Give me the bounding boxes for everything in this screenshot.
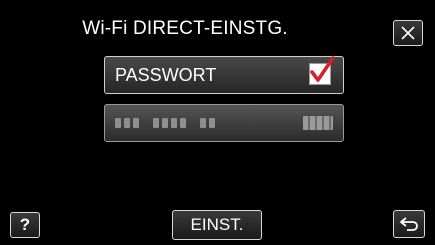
help-button[interactable]: ? <box>10 212 40 238</box>
password-toggle-row[interactable]: PASSWORT <box>104 56 344 94</box>
close-button[interactable] <box>393 20 423 46</box>
set-button-label: EINST. <box>190 215 244 234</box>
set-button[interactable]: EINST. <box>172 210 262 240</box>
help-label: ? <box>19 215 31 234</box>
password-value-field[interactable] <box>104 104 344 142</box>
password-label: PASSWORT <box>115 65 217 85</box>
wifi-direct-settings-screen: Wi-Fi DIRECT-EINSTG. PASSWORT ? EINST. <box>0 0 435 245</box>
close-icon <box>399 25 417 41</box>
back-button[interactable] <box>393 210 425 238</box>
back-arrow-icon <box>398 215 420 233</box>
masked-password <box>115 118 215 128</box>
masked-password-tail <box>303 116 333 130</box>
page-title: Wi-Fi DIRECT-EINSTG. <box>82 18 288 39</box>
password-checkbox[interactable] <box>309 56 335 85</box>
